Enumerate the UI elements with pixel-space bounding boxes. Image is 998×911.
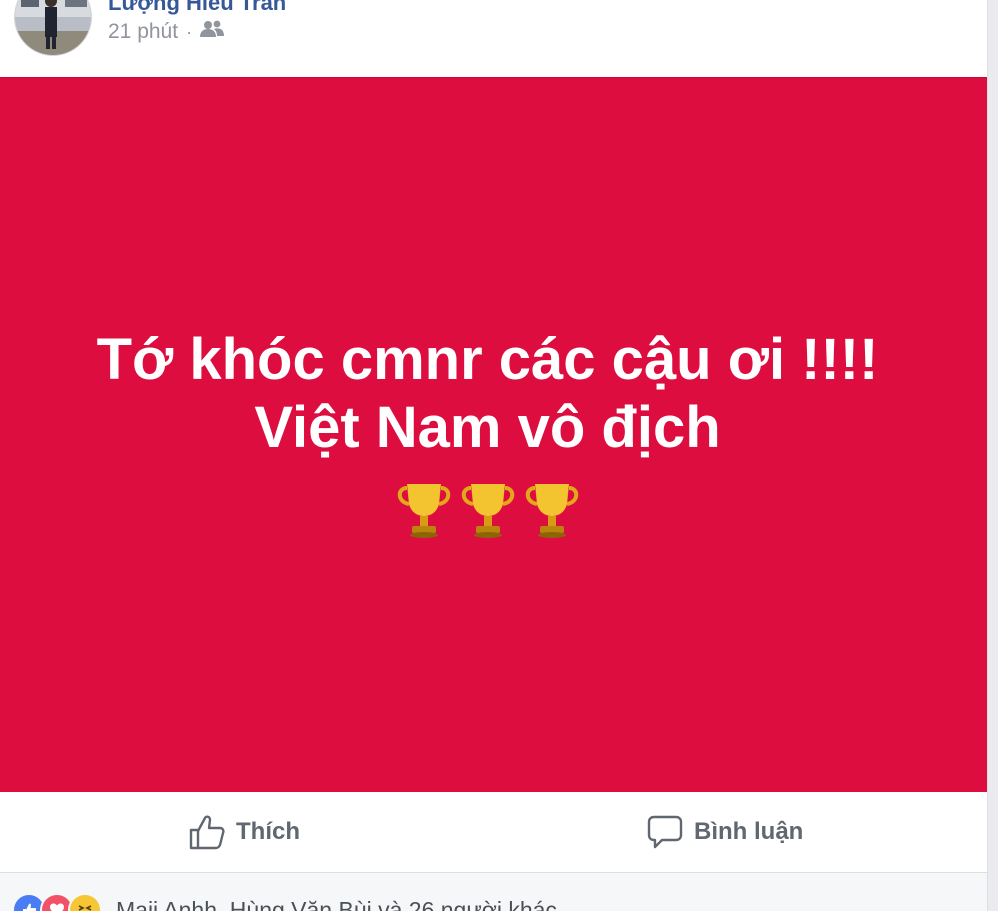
trophy-icon bbox=[521, 478, 583, 553]
post-action-bar: Thích Bình luận bbox=[0, 792, 987, 873]
trophy-icon bbox=[457, 478, 519, 553]
post-card: Lượng Hiếu Trần 21 phút · Tớ khóc cmnr c… bbox=[0, 0, 987, 911]
haha-reaction-icon bbox=[68, 893, 102, 911]
trophy-icon bbox=[393, 478, 455, 553]
comment-bubble-icon bbox=[646, 813, 684, 851]
post-time[interactable]: 21 phút bbox=[108, 20, 178, 44]
like-label: Thích bbox=[236, 818, 300, 845]
reactions-row: Maii Anhh, Hùng Văn Bùi và 26 người khác bbox=[0, 873, 987, 911]
thumbs-up-icon bbox=[188, 813, 226, 851]
avatar-photo bbox=[15, 0, 91, 55]
author-name[interactable]: Lượng Hiếu Trần bbox=[108, 0, 286, 16]
comment-label: Bình luận bbox=[694, 818, 804, 845]
comment-button[interactable]: Bình luận bbox=[646, 792, 803, 872]
like-button[interactable]: Thích bbox=[188, 792, 300, 872]
status-line-2: Việt Nam vô địch bbox=[254, 395, 721, 460]
meta-separator: · bbox=[186, 21, 193, 42]
status-line-1: Tớ khóc cmnr các cậu ơi !!!! bbox=[96, 327, 879, 392]
author-avatar[interactable] bbox=[14, 0, 92, 56]
friends-icon[interactable] bbox=[200, 20, 225, 44]
reaction-icons[interactable] bbox=[12, 893, 102, 911]
status-emoji-row bbox=[0, 478, 975, 553]
status-text: Tớ khóc cmnr các cậu ơi !!!! Việt Nam vô… bbox=[0, 326, 975, 462]
page-background-edge bbox=[987, 0, 998, 911]
reaction-summary[interactable]: Maii Anhh, Hùng Văn Bùi và 26 người khác bbox=[116, 897, 557, 911]
post-meta: 21 phút · bbox=[108, 20, 225, 44]
